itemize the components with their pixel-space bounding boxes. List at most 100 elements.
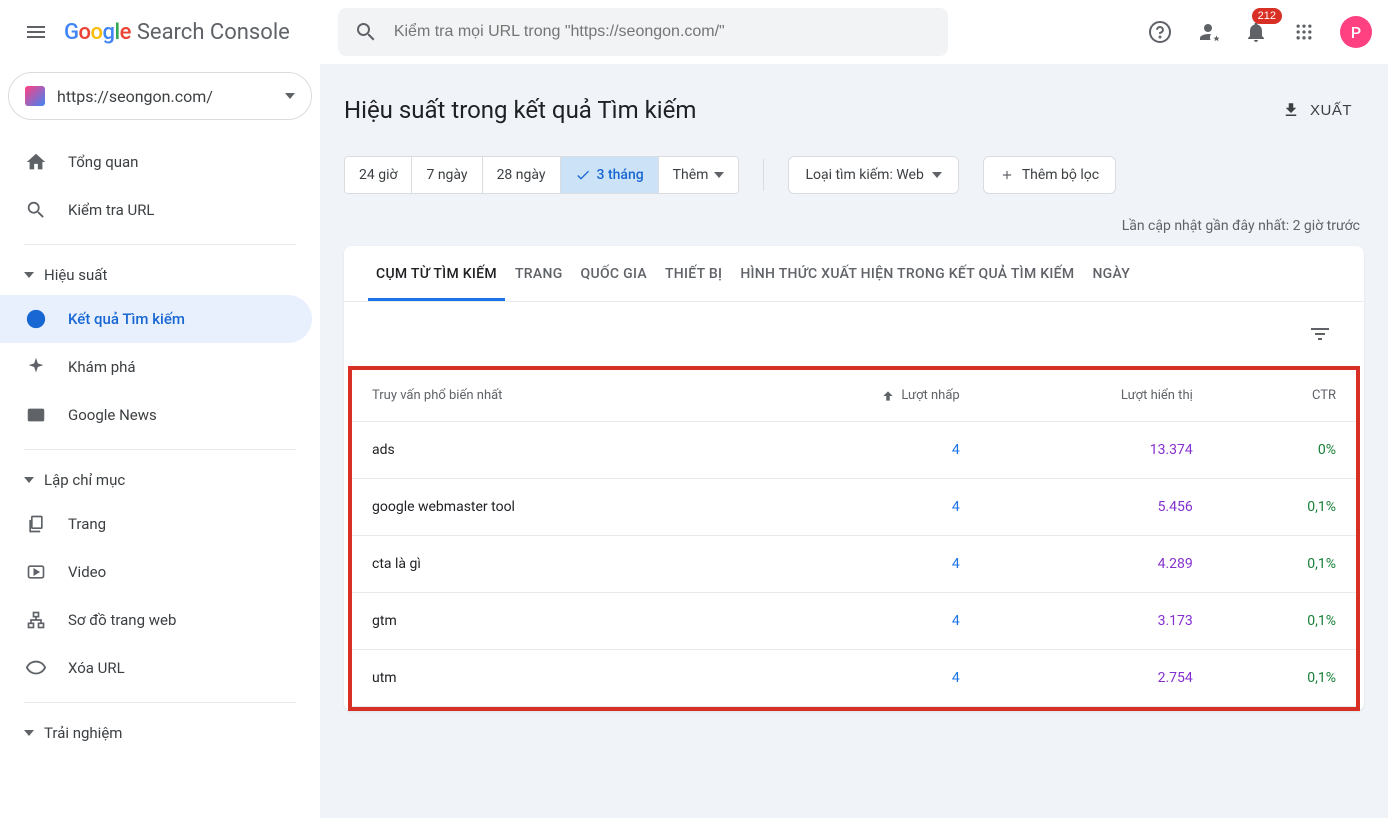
add-filter-button[interactable]: Thêm bộ lọc (983, 156, 1116, 194)
table-row[interactable]: gtm 4 3.173 0,1% (352, 593, 1356, 650)
date-pill-more[interactable]: Thêm (659, 157, 739, 193)
table-row[interactable]: ads 4 13.374 0% (352, 422, 1356, 479)
table-filter-button[interactable] (1300, 314, 1340, 354)
date-pill-24h[interactable]: 24 giờ (345, 157, 412, 193)
cell-clicks: 4 (733, 422, 980, 479)
date-pill-label: 3 tháng (597, 167, 644, 183)
table-row[interactable]: utm 4 2.754 0,1% (352, 650, 1356, 707)
nav-pages[interactable]: Trang (0, 500, 312, 548)
tab-dates[interactable]: NGÀY (1084, 246, 1138, 301)
nav-section-indexing[interactable]: Lập chỉ mục (0, 460, 320, 500)
nav-label: Xóa URL (68, 659, 125, 677)
nav-label: Khám phá (68, 358, 136, 376)
sidebar: https://seongon.com/ Tổng quan Kiểm tra … (0, 64, 320, 818)
home-icon (24, 150, 48, 174)
nav-label: Kết quả Tìm kiếm (68, 310, 185, 328)
page-header: Hiệu suất trong kết quả Tìm kiếm XUẤT (344, 64, 1364, 156)
nav-overview[interactable]: Tổng quan (0, 138, 312, 186)
users-settings-button[interactable] (1188, 12, 1228, 52)
col-impressions[interactable]: Lượt hiển thị (980, 370, 1213, 422)
user-avatar[interactable]: P (1340, 16, 1372, 48)
chevron-down-icon (24, 730, 34, 736)
nav-google-news[interactable]: Google News (0, 391, 312, 439)
cell-query: cta là gì (352, 536, 733, 593)
google-g-icon (24, 307, 48, 331)
nav-discover[interactable]: Khám phá (0, 343, 312, 391)
nav-removals[interactable]: Xóa URL (0, 644, 312, 692)
main-layout: https://seongon.com/ Tổng quan Kiểm tra … (0, 64, 1388, 818)
url-search-box[interactable] (338, 8, 948, 56)
nav-label: Trang (68, 515, 106, 533)
tabs: CỤM TỪ TÌM KIẾM TRANG QUỐC GIA THIẾT BỊ … (344, 246, 1364, 302)
tab-devices[interactable]: THIẾT BỊ (657, 246, 730, 301)
search-type-filter[interactable]: Loại tìm kiếm: Web (788, 156, 958, 194)
filter-label: Loại tìm kiếm: Web (805, 167, 923, 183)
help-button[interactable] (1140, 12, 1180, 52)
cell-query: utm (352, 650, 733, 707)
last-update-text: Lần cập nhật gần đây nhất: 2 giờ trước (344, 218, 1364, 234)
date-pill-7d[interactable]: 7 ngày (412, 157, 482, 193)
col-query[interactable]: Truy vấn phổ biến nhất (352, 370, 733, 422)
product-name: Search Console (137, 20, 290, 45)
sitemap-icon (24, 608, 48, 632)
check-icon (575, 167, 591, 183)
menu-toggle[interactable] (16, 12, 56, 52)
section-label: Trải nghiệm (44, 724, 122, 742)
tab-countries[interactable]: QUỐC GIA (573, 246, 655, 301)
nav-url-inspect[interactable]: Kiểm tra URL (0, 186, 312, 234)
cell-query: gtm (352, 593, 733, 650)
cell-clicks: 4 (733, 536, 980, 593)
google-logo: Google (64, 20, 131, 45)
nav-section-experience[interactable]: Trải nghiệm (0, 713, 320, 753)
notifications-button[interactable]: 212 (1236, 12, 1276, 52)
filter-label: Thêm bộ lọc (1022, 167, 1099, 183)
app-header: Google Search Console 212 P (0, 0, 1388, 64)
logo-area[interactable]: Google Search Console (64, 20, 290, 45)
col-ctr[interactable]: CTR (1213, 370, 1356, 422)
cell-query: ads (352, 422, 733, 479)
filter-list-icon (1308, 322, 1332, 346)
plus-icon (1000, 168, 1014, 182)
cell-impressions: 2.754 (980, 650, 1213, 707)
divider (24, 702, 296, 703)
cell-query: google webmaster tool (352, 479, 733, 536)
section-label: Lập chỉ mục (44, 471, 125, 489)
cell-ctr: 0,1% (1213, 479, 1356, 536)
col-clicks[interactable]: Lượt nhấp (733, 370, 980, 422)
nav-section-performance[interactable]: Hiệu suất (0, 255, 320, 295)
tab-queries[interactable]: CỤM TỪ TÌM KIẾM (368, 246, 505, 301)
date-pill-label: Thêm (673, 167, 709, 183)
apps-grid-icon (1294, 22, 1314, 42)
apps-button[interactable] (1284, 12, 1324, 52)
property-selector[interactable]: https://seongon.com/ (8, 72, 312, 120)
date-pill-28d[interactable]: 28 ngày (483, 157, 561, 193)
nav-label: Google News (68, 406, 157, 424)
property-url: https://seongon.com/ (57, 87, 213, 106)
tab-pages[interactable]: TRANG (507, 246, 571, 301)
notification-badge: 212 (1252, 8, 1282, 24)
cell-ctr: 0,1% (1213, 536, 1356, 593)
queries-table-highlight: Truy vấn phổ biến nhất Lượt nhấp Lượt hi… (348, 366, 1360, 711)
hamburger-icon (24, 20, 48, 44)
url-search-input[interactable] (394, 23, 932, 41)
search-icon (354, 20, 378, 44)
people-gear-icon (1196, 20, 1220, 44)
export-button[interactable]: XUẤT (1282, 101, 1352, 119)
cell-clicks: 4 (733, 593, 980, 650)
property-icon (25, 86, 45, 106)
table-row[interactable]: google webmaster tool 4 5.456 0,1% (352, 479, 1356, 536)
date-pill-3m[interactable]: 3 tháng (561, 157, 659, 193)
cell-impressions: 13.374 (980, 422, 1213, 479)
nav-sitemaps[interactable]: Sơ đồ trang web (0, 596, 312, 644)
cell-impressions: 4.289 (980, 536, 1213, 593)
table-row[interactable]: cta là gì 4 4.289 0,1% (352, 536, 1356, 593)
page-title: Hiệu suất trong kết quả Tìm kiếm (344, 96, 696, 124)
nav-search-results[interactable]: Kết quả Tìm kiếm (0, 295, 312, 343)
cell-clicks: 4 (733, 650, 980, 707)
help-icon (1148, 20, 1172, 44)
nav-video[interactable]: Video (0, 548, 312, 596)
queries-table: Truy vấn phổ biến nhất Lượt nhấp Lượt hi… (352, 370, 1356, 707)
nav-label: Video (68, 563, 106, 581)
nav-label: Sơ đồ trang web (68, 611, 176, 629)
tab-search-appearance[interactable]: HÌNH THỨC XUẤT HIỆN TRONG KẾT QUẢ TÌM KI… (732, 246, 1082, 301)
